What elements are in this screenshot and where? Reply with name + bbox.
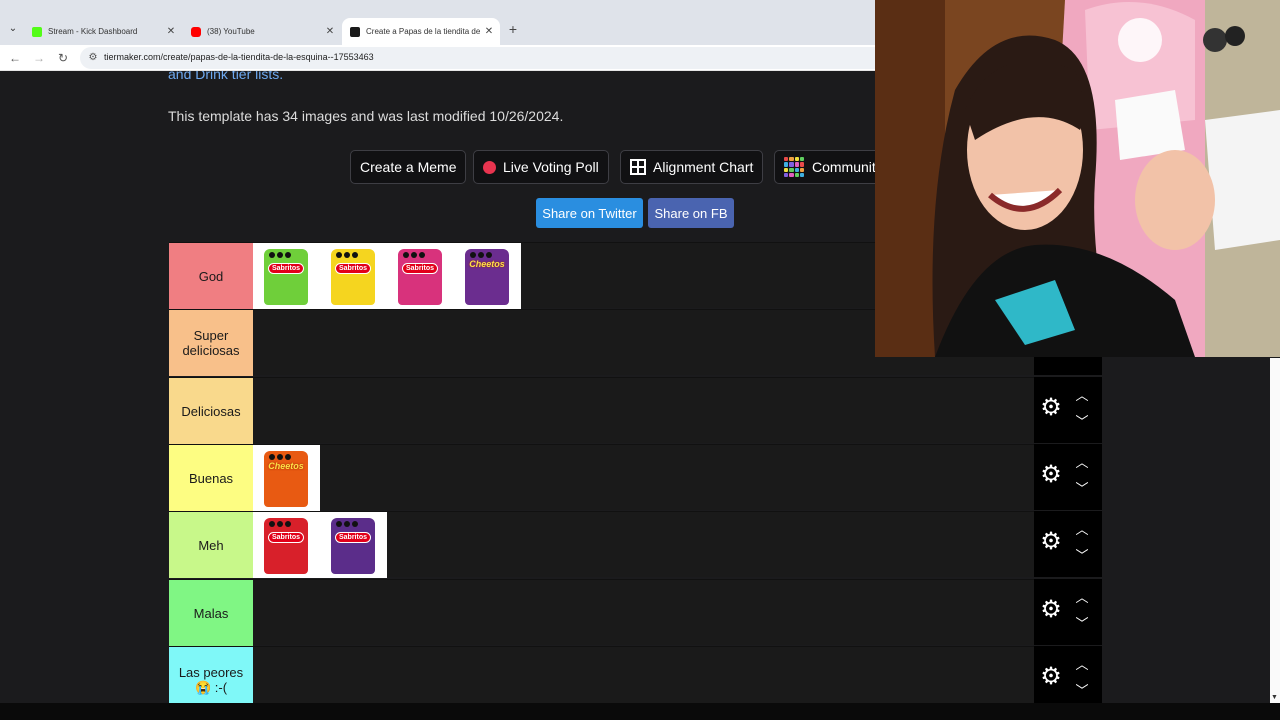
chevron-up-icon[interactable]: ︿ [1074,456,1090,470]
community-grid-icon [784,157,804,177]
tab-youtube[interactable]: (38) YouTube ✕ [183,18,341,45]
chip-bag-icon: Sabritos [264,518,308,574]
tier-item-image[interactable]: Sabritos [320,243,387,309]
chip-bag-icon: Sabritos [331,249,375,305]
tier-items: Sabritos Sabritos [253,512,387,578]
gear-icon[interactable]: ⚙ [1040,396,1062,420]
site-info-icon[interactable]: ⚙ [86,50,100,66]
streamer-camera-image [875,0,1280,357]
tier-label[interactable]: Las peores 😭 :-( [169,647,253,703]
tab-tiermaker[interactable]: Create a Papas de la tiendita de ✕ [342,18,500,45]
chip-brand-label: Sabritos [334,532,371,543]
tier-row: Deliciosas [169,377,1034,444]
share-twitter-button[interactable]: Share on Twitter [536,198,643,228]
chip-brand-label: Cheetos [469,259,505,269]
chip-bag-icon: Sabritos [331,518,375,574]
chevron-down-icon[interactable]: ﹀ [1074,684,1090,698]
chevron-up-icon[interactable]: ︿ [1074,523,1090,537]
tier-item-image[interactable]: Sabritos [320,512,387,578]
chip-brand-label: Sabritos [334,263,371,274]
tier-item-image[interactable]: Sabritos [253,243,320,309]
scroll-down-arrow-icon[interactable]: ▼ [1271,694,1278,701]
tab-title: Create a Papas de la tiendita de [366,27,481,36]
chip-bag-icon: Sabritos [398,249,442,305]
page-scrollbar[interactable] [1270,358,1280,703]
tab-kick-dashboard[interactable]: Stream - Kick Dashboard ✕ [24,18,182,45]
chip-bag-icon: Cheetos [264,451,308,507]
tier-item-image[interactable]: Cheetos [454,243,521,309]
chevron-up-icon[interactable]: ︿ [1074,389,1090,403]
url-text[interactable]: tiermaker.com/create/papas-de-la-tiendit… [104,52,374,62]
reload-icon[interactable]: ↻ [54,49,72,67]
gear-icon[interactable]: ⚙ [1040,530,1062,554]
tier-controls: ⚙ ︿ ﹀ [1034,377,1102,443]
webcam-overlay [875,0,1280,357]
gear-icon[interactable]: ⚙ [1040,463,1062,487]
chip-bag-icon: Cheetos [465,249,509,305]
alignment-chart-button[interactable]: Alignment Chart [620,150,764,184]
tier-label[interactable]: Deliciosas [169,378,253,444]
chevron-down-icon[interactable]: ﹀ [1074,482,1090,496]
template-info-text: This template has 34 images and was last… [168,108,564,124]
kick-favicon-icon [32,26,42,37]
chevron-up-icon[interactable]: ︿ [1074,591,1090,605]
tiermaker-favicon-icon [350,26,360,37]
tier-item-image[interactable]: Cheetos [253,445,320,511]
tier-items: Sabritos Sabritos Sabritos Cheetos [253,243,521,309]
chip-bag-icon: Sabritos [264,249,308,305]
tab-close-icon[interactable]: ✕ [482,26,496,37]
record-dot-icon [483,160,496,174]
alignment-chart-label: Alignment Chart [653,159,754,175]
tier-item-image[interactable]: Sabritos [387,243,454,309]
tier-row: Meh Sabritos Sabritos [169,511,1034,578]
chip-brand-label: Cheetos [268,461,304,471]
gear-icon[interactable]: ⚙ [1040,598,1062,622]
chevron-up-icon[interactable]: ︿ [1074,658,1090,672]
tier-controls: ⚙ ︿ ﹀ [1034,579,1102,645]
address-bar: ← → ↻ ⚙ tiermaker.com/create/papas-de-la… [0,45,875,71]
browser-tab-bar: ⌄ Stream - Kick Dashboard ✕ (38) YouTube… [0,0,875,45]
chip-brand-label: Sabritos [401,263,438,274]
bottom-bar [0,703,1280,720]
tier-controls: ⚙ ︿ ﹀ [1034,444,1102,510]
tier-row: Las peores 😭 :-( [169,646,1034,703]
chevron-down-icon[interactable]: ﹀ [1074,617,1090,631]
tier-label[interactable]: Malas [169,580,253,646]
tier-row: Malas [169,579,1034,646]
tab-close-icon[interactable]: ✕ [164,26,178,37]
forward-icon[interactable]: → [30,49,48,67]
community-label: Community [812,159,883,175]
tier-row: Buenas Cheetos [169,444,1034,511]
tab-title: (38) YouTube [207,27,255,36]
tier-label[interactable]: Buenas [169,445,253,511]
tab-title: Stream - Kick Dashboard [48,27,138,36]
tier-label[interactable]: Meh [169,512,253,578]
tier-items: Cheetos [253,445,320,511]
youtube-favicon-icon [191,26,201,37]
live-voting-poll-button[interactable]: Live Voting Poll [473,150,609,184]
tab-close-icon[interactable]: ✕ [323,26,337,37]
chevron-down-icon[interactable]: ﹀ [1074,549,1090,563]
url-field[interactable]: ⚙ tiermaker.com/create/papas-de-la-tiend… [80,47,875,69]
tier-item-image[interactable]: Sabritos [253,512,320,578]
back-icon[interactable]: ← [6,49,24,67]
live-voting-poll-label: Live Voting Poll [503,159,599,175]
gear-icon[interactable]: ⚙ [1040,665,1062,689]
new-tab-button[interactable]: + [505,21,521,37]
chevron-down-icon[interactable]: ﹀ [1074,415,1090,429]
grid-icon [630,159,646,175]
tier-controls: ⚙ ︿ ﹀ [1034,511,1102,577]
create-meme-button[interactable]: Create a Meme [350,150,467,184]
chip-brand-label: Sabritos [267,263,304,274]
tab-search-dropdown-icon[interactable]: ⌄ [4,20,22,38]
tier-label[interactable]: God [169,243,253,309]
share-fb-button[interactable]: Share on FB [648,198,734,228]
create-meme-label: Create a Meme [360,159,457,175]
tier-controls: ⚙ ︿ ﹀ [1034,646,1102,703]
tier-label[interactable]: Super deliciosas [169,310,253,376]
chip-brand-label: Sabritos [267,532,304,543]
tier-lists-link[interactable]: and Drink tier lists. [168,71,283,82]
